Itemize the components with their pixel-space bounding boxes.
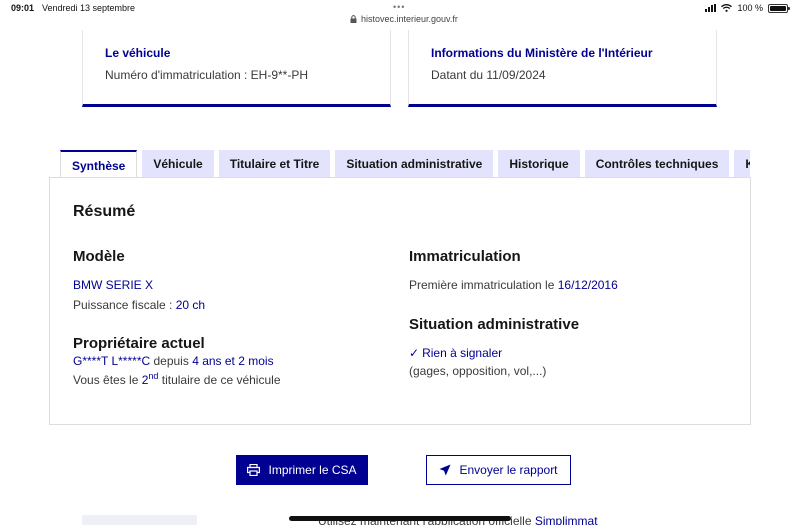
signal-icon (705, 4, 717, 12)
printer-icon (247, 464, 261, 476)
owner-since-label: depuis (150, 354, 193, 368)
vehicle-card: Le véhicule Numéro d'immatriculation : E… (82, 30, 391, 107)
owner-heading: Propriétaire actuel (73, 335, 205, 352)
tab-controles-techniques[interactable]: Contrôles techniques (584, 150, 730, 178)
send-report-button[interactable]: Envoyer le rapport (426, 455, 571, 485)
print-csa-label: Imprimer le CSA (268, 463, 357, 477)
owner-rank-prefix: Vous êtes le (73, 373, 142, 387)
first-registration-date: 16/12/2016 (557, 278, 618, 292)
owner-since-value: 4 ans et 2 mois (192, 354, 274, 368)
tab-kilometrage[interactable]: Kilo (734, 150, 750, 178)
fiscal-power: Puissance fiscale : 20 ch (73, 298, 205, 312)
ministry-card: Informations du Ministère de l'Intérieur… (408, 30, 717, 107)
admin-status-text: Rien à signaler (422, 346, 503, 360)
ios-status-bar: 09:01 Vendredi 13 septembre ••• histovec… (0, 0, 800, 30)
owner-rank: Vous êtes le 2nd titulaire de ce véhicul… (73, 371, 281, 387)
registration-number: Numéro d'immatriculation : EH-9**-PH (105, 68, 309, 82)
tab-synthese[interactable]: Synthèse (60, 150, 138, 178)
owner-rank-suffix: titulaire de ce véhicule (158, 373, 281, 387)
status-indicators: 100 % (705, 3, 790, 13)
model-heading: Modèle (73, 248, 125, 265)
print-csa-button[interactable]: Imprimer le CSA (236, 455, 368, 485)
owner-name: G****T L*****C (73, 354, 151, 368)
check-icon: ✓ (409, 346, 420, 360)
battery-icon (768, 3, 790, 13)
tab-historique[interactable]: Historique (498, 150, 580, 178)
tab-vehicule[interactable]: Véhicule (142, 150, 214, 178)
registration-heading: Immatriculation (409, 248, 521, 265)
simplimmat-link[interactable]: Simplimmat (535, 514, 598, 525)
lock-icon (350, 15, 357, 23)
admin-heading: Situation administrative (409, 316, 580, 333)
more-dots-icon[interactable]: ••• (393, 2, 405, 12)
owner-line: G****T L*****C depuis 4 ans et 2 mois (73, 354, 274, 368)
home-indicator (289, 516, 511, 521)
send-icon (439, 464, 451, 476)
fiscal-power-value: 20 ch (175, 298, 206, 312)
admin-status: ✓ Rien à signaler (409, 346, 502, 360)
data-date: Datant du 11/09/2024 (431, 68, 546, 82)
wifi-icon (721, 4, 733, 12)
tab-titulaire-titre[interactable]: Titulaire et Titre (218, 150, 331, 178)
owner-rank-sup: nd (148, 371, 159, 381)
status-time: 09:01 (11, 3, 35, 13)
ministry-card-title: Informations du Ministère de l'Intérieur (431, 46, 653, 60)
tab-bar: Synthèse Véhicule Titulaire et Titre Sit… (60, 150, 750, 178)
model-name: BMW SERIE X (73, 278, 154, 292)
admin-details: (gages, opposition, vol,...) (409, 364, 547, 378)
url-text: histovec.interieur.gouv.fr (361, 14, 458, 24)
address-bar[interactable]: histovec.interieur.gouv.fr (350, 14, 458, 24)
vehicle-card-title: Le véhicule (105, 46, 171, 60)
first-registration-label: Première immatriculation le (409, 278, 558, 292)
battery-percent: 100 % (737, 3, 763, 13)
status-date: Vendredi 13 septembre (42, 3, 136, 13)
tab-situation-administrative[interactable]: Situation administrative (335, 150, 494, 178)
first-registration: Première immatriculation le 16/12/2016 (409, 278, 618, 292)
summary-title: Résumé (73, 203, 136, 220)
app-logo (82, 515, 197, 525)
fiscal-power-label: Puissance fiscale : (73, 298, 176, 312)
send-report-label: Envoyer le rapport (459, 463, 558, 477)
summary-panel: Résumé Modèle BMW SERIE X Puissance fisc… (49, 177, 751, 425)
